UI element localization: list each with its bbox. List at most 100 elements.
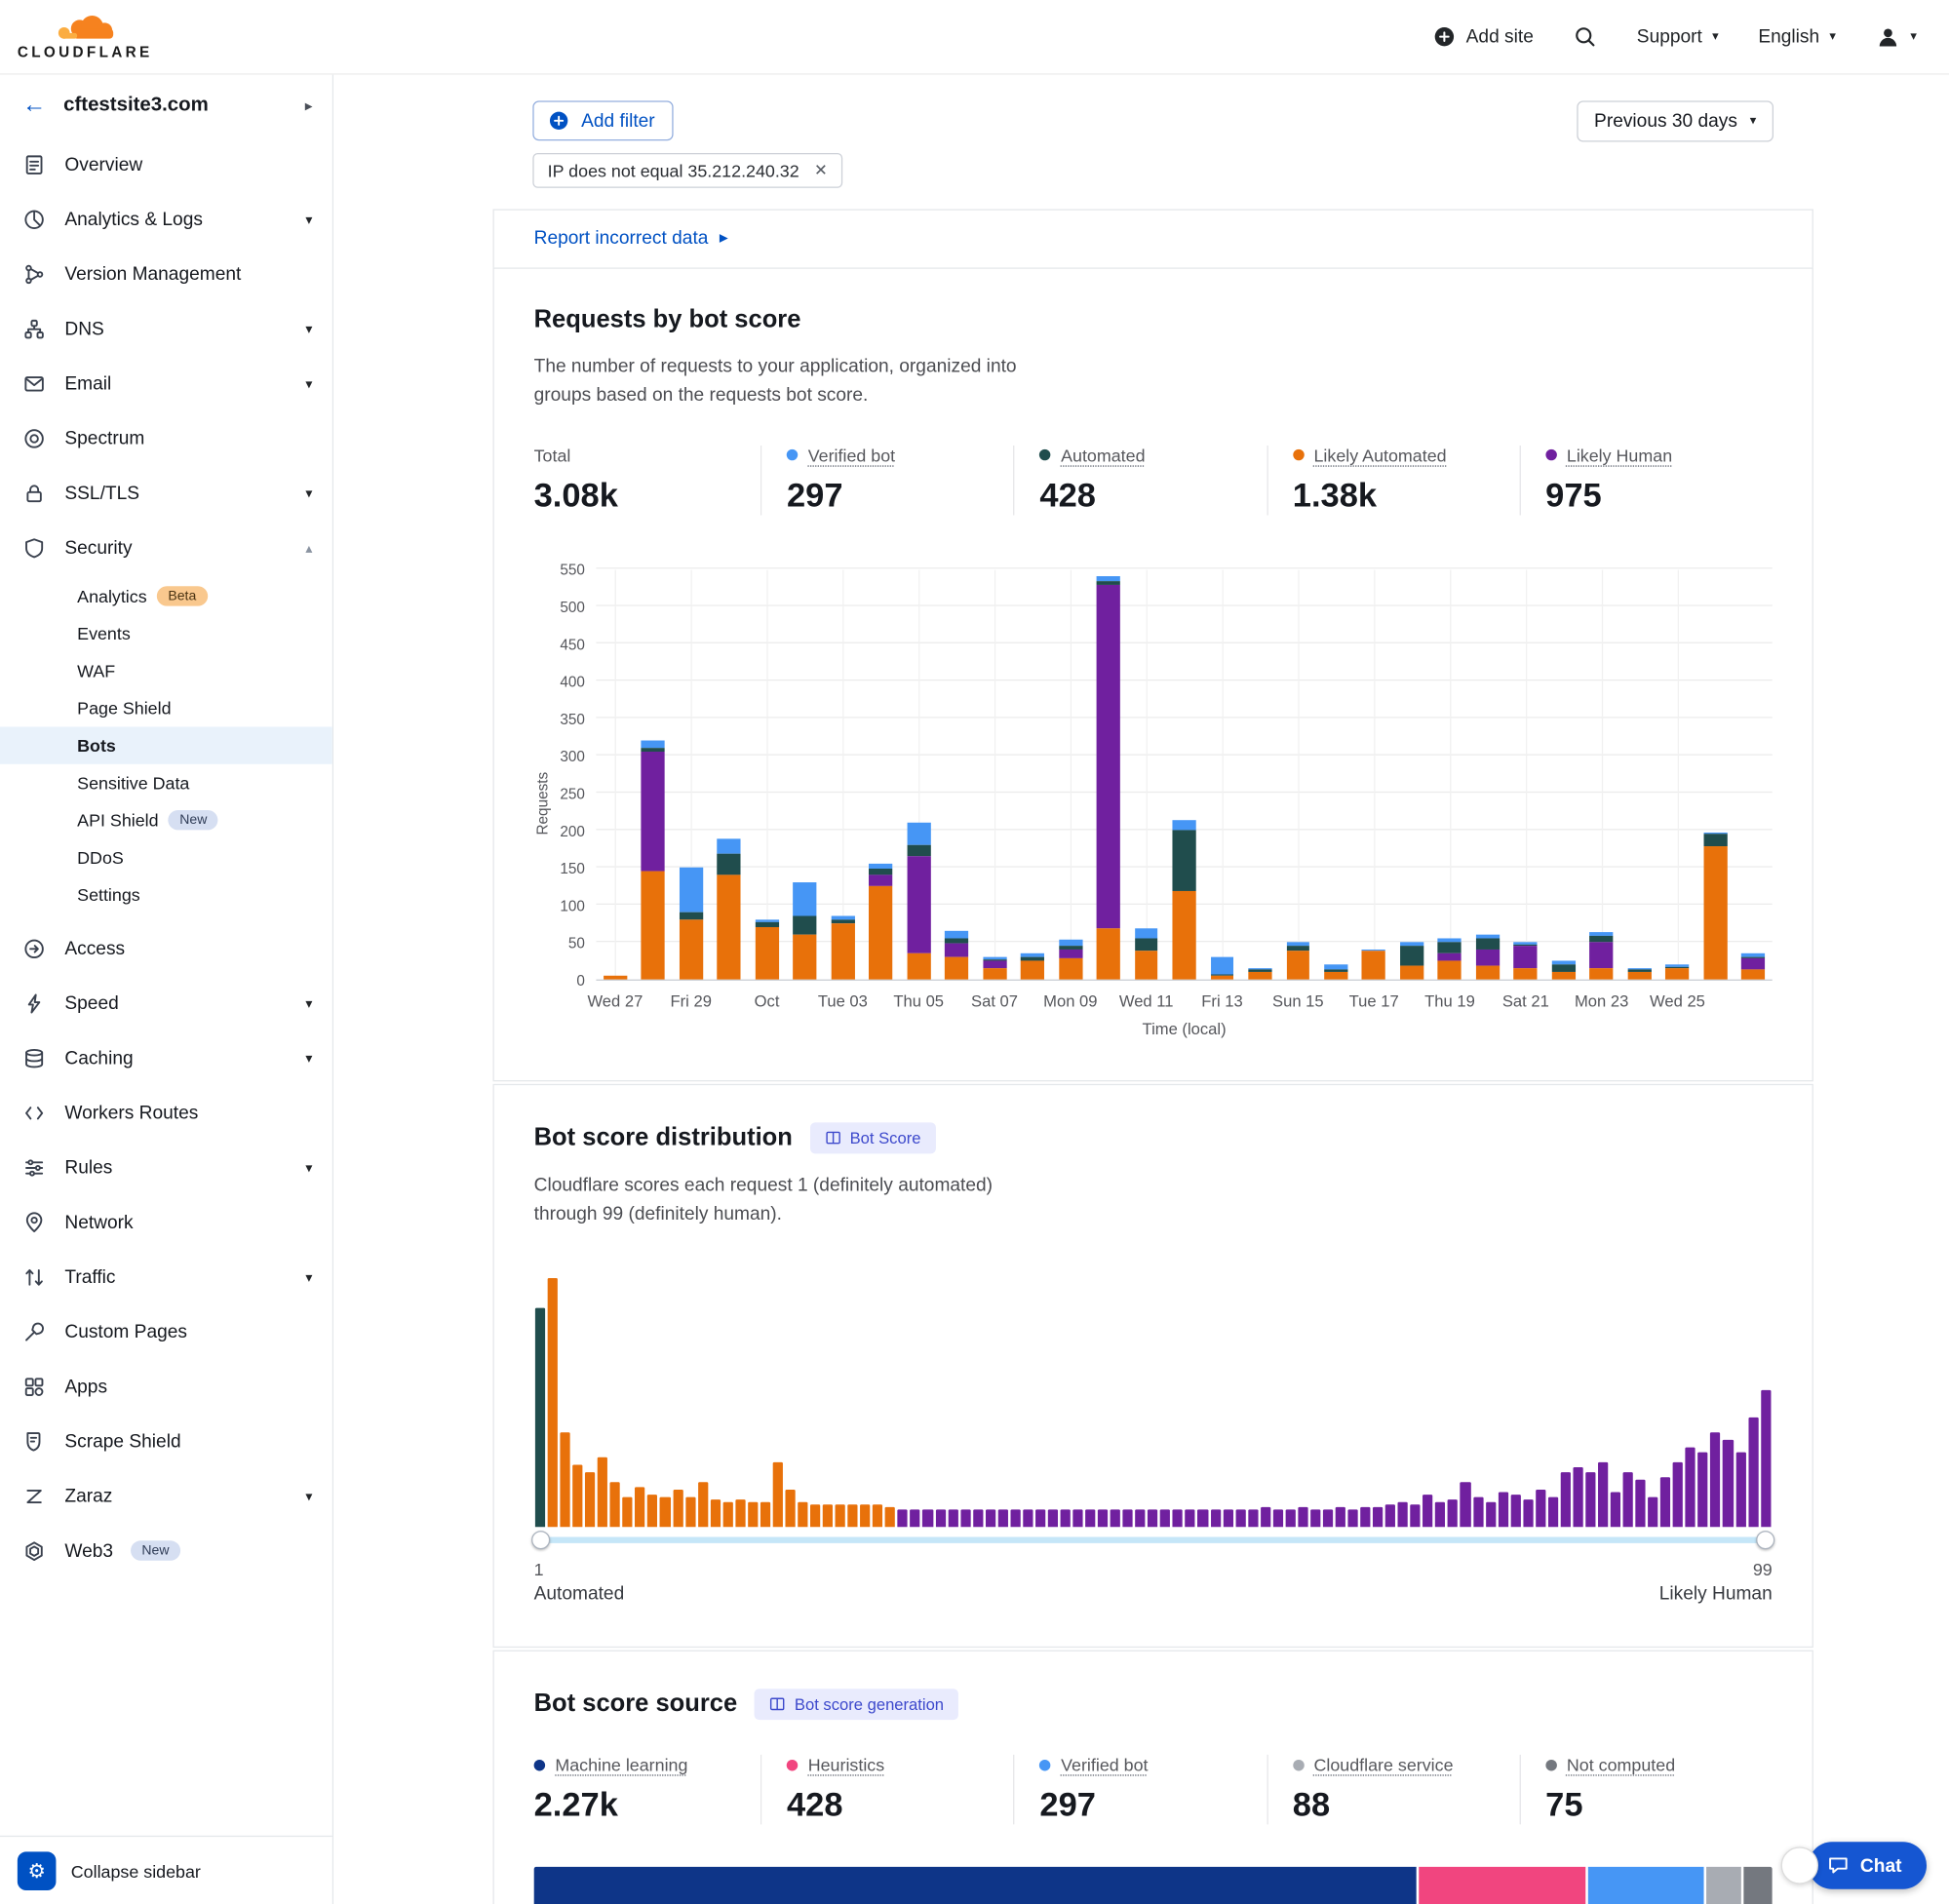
stacked-bar[interactable] bbox=[945, 930, 968, 979]
stacked-bar[interactable] bbox=[1703, 833, 1727, 979]
histogram-bar[interactable] bbox=[1510, 1495, 1520, 1527]
histogram-bar[interactable] bbox=[960, 1509, 970, 1527]
histogram-bar[interactable] bbox=[735, 1499, 745, 1527]
stacked-bar[interactable] bbox=[604, 976, 627, 979]
histogram-bar[interactable] bbox=[1486, 1502, 1496, 1528]
histogram-bar[interactable] bbox=[1336, 1507, 1345, 1527]
sidebar-item-ssl-tls[interactable]: SSL/TLS▾ bbox=[0, 465, 332, 520]
histogram-bar[interactable] bbox=[836, 1504, 845, 1527]
sidebar-item-custom-pages[interactable]: Custom Pages bbox=[0, 1304, 332, 1359]
histogram-bar[interactable] bbox=[623, 1497, 633, 1528]
sidebar-item-spectrum[interactable]: Spectrum bbox=[0, 410, 332, 465]
histogram-bar[interactable] bbox=[1323, 1509, 1333, 1527]
close-icon[interactable]: ✕ bbox=[814, 161, 828, 180]
add-filter-button[interactable]: Add filter bbox=[532, 100, 674, 140]
histogram-bar[interactable] bbox=[1710, 1432, 1720, 1527]
histogram-bar[interactable] bbox=[1548, 1497, 1558, 1528]
sidebar-item-traffic[interactable]: Traffic▾ bbox=[0, 1250, 332, 1304]
histogram-bar[interactable] bbox=[635, 1487, 644, 1527]
histogram-bar[interactable] bbox=[1385, 1504, 1395, 1527]
sidebar-item-version-management[interactable]: Version Management bbox=[0, 247, 332, 301]
add-site-button[interactable]: Add site bbox=[1432, 25, 1534, 49]
histogram-bar[interactable] bbox=[1598, 1462, 1608, 1527]
histogram-bar[interactable] bbox=[1173, 1509, 1183, 1527]
collapse-sidebar[interactable]: ⚙ Collapse sidebar bbox=[0, 1836, 332, 1904]
stat-label[interactable]: Likely Automated bbox=[1293, 445, 1520, 464]
sidebar-item-apps[interactable]: Apps bbox=[0, 1359, 332, 1414]
histogram-bar[interactable] bbox=[1135, 1509, 1145, 1527]
stacked-bar[interactable] bbox=[1438, 938, 1462, 979]
histogram-bar[interactable] bbox=[1010, 1509, 1020, 1527]
stat-label[interactable]: Verified bot bbox=[1039, 1755, 1267, 1774]
stacked-bar[interactable] bbox=[718, 838, 741, 979]
chevron-down-icon[interactable]: ▾ bbox=[305, 1159, 312, 1176]
histogram-bar[interactable] bbox=[973, 1509, 983, 1527]
histogram-bar[interactable] bbox=[698, 1482, 708, 1527]
histogram-bar[interactable] bbox=[1072, 1509, 1082, 1527]
histogram-bar[interactable] bbox=[1360, 1507, 1370, 1527]
histogram-bar[interactable] bbox=[1523, 1499, 1533, 1527]
sidebar-item-analytics-logs[interactable]: Analytics & Logs▾ bbox=[0, 192, 332, 247]
histogram-bar[interactable] bbox=[885, 1507, 895, 1527]
cloudflare-logo[interactable]: CLOUDFLARE bbox=[18, 13, 153, 60]
histogram-bar[interactable] bbox=[1635, 1480, 1645, 1528]
histogram-bar[interactable] bbox=[1761, 1390, 1771, 1527]
histogram-bar[interactable] bbox=[1186, 1509, 1195, 1527]
report-incorrect-data-link[interactable]: Report incorrect data ▶ bbox=[534, 228, 728, 250]
slider-handle-min[interactable] bbox=[531, 1531, 550, 1549]
histogram-bar[interactable] bbox=[1660, 1477, 1670, 1527]
stacked-bar[interactable] bbox=[1173, 821, 1196, 979]
sidebar-item-events[interactable]: Events bbox=[0, 615, 332, 652]
histogram-bar[interactable] bbox=[1085, 1509, 1095, 1527]
chevron-up-icon[interactable]: ▴ bbox=[305, 539, 312, 556]
stacked-bar[interactable] bbox=[755, 919, 778, 979]
stacked-bar[interactable] bbox=[1665, 964, 1689, 979]
histogram-bar[interactable] bbox=[548, 1278, 558, 1527]
histogram-bar[interactable] bbox=[1023, 1509, 1033, 1527]
histogram-bar[interactable] bbox=[1198, 1509, 1208, 1527]
chevron-down-icon[interactable]: ▾ bbox=[305, 321, 312, 337]
histogram-bar[interactable] bbox=[1235, 1509, 1245, 1527]
histogram-bar[interactable] bbox=[1160, 1509, 1170, 1527]
histogram-bar[interactable] bbox=[1348, 1509, 1358, 1527]
stacked-bar[interactable] bbox=[983, 956, 1006, 979]
histogram-bar[interactable] bbox=[848, 1504, 858, 1527]
back-arrow-icon[interactable]: ← bbox=[22, 94, 46, 117]
histogram-bar[interactable] bbox=[1261, 1507, 1270, 1527]
sidebar-item-overview[interactable]: Overview bbox=[0, 136, 332, 191]
source-segment-verified-bot[interactable] bbox=[1588, 1867, 1703, 1904]
stacked-bar[interactable] bbox=[1059, 940, 1082, 979]
chevron-down-icon[interactable]: ▾ bbox=[305, 995, 312, 1012]
stacked-bar[interactable] bbox=[1286, 942, 1309, 979]
histogram-bar[interactable] bbox=[1035, 1509, 1045, 1527]
histogram-bar[interactable] bbox=[1461, 1482, 1470, 1527]
filter-chip[interactable]: IP does not equal 35.212.240.32 ✕ bbox=[532, 153, 842, 188]
histogram-bar[interactable] bbox=[561, 1432, 570, 1527]
chevron-down-icon[interactable]: ▾ bbox=[305, 1268, 312, 1285]
histogram-bar[interactable] bbox=[1748, 1418, 1758, 1527]
histogram-bar[interactable] bbox=[1573, 1467, 1582, 1527]
histogram-bar[interactable] bbox=[1686, 1448, 1696, 1528]
histogram-bar[interactable] bbox=[1723, 1440, 1733, 1527]
histogram-bar[interactable] bbox=[1623, 1472, 1633, 1527]
histogram-bar[interactable] bbox=[986, 1509, 995, 1527]
support-menu[interactable]: Support ▾ bbox=[1637, 26, 1719, 48]
sidebar-item-waf[interactable]: WAF bbox=[0, 652, 332, 689]
histogram-bar[interactable] bbox=[1298, 1507, 1307, 1527]
sidebar-item-access[interactable]: Access bbox=[0, 921, 332, 976]
sidebar-item-page-shield[interactable]: Page Shield bbox=[0, 689, 332, 726]
histogram-bar[interactable] bbox=[748, 1502, 758, 1528]
date-range-select[interactable]: Previous 30 days ▾ bbox=[1577, 100, 1774, 141]
histogram-bar[interactable] bbox=[647, 1495, 657, 1527]
histogram-bar[interactable] bbox=[1148, 1509, 1157, 1527]
histogram-bar[interactable] bbox=[1123, 1509, 1133, 1527]
source-segment-heuristics[interactable] bbox=[1420, 1867, 1586, 1904]
histogram-bar[interactable] bbox=[1735, 1453, 1745, 1528]
account-menu[interactable]: ▾ bbox=[1876, 24, 1917, 50]
sidebar-item-workers-routes[interactable]: Workers Routes bbox=[0, 1085, 332, 1140]
chat-button[interactable]: Chat bbox=[1808, 1842, 1927, 1889]
sidebar-item-caching[interactable]: Caching▾ bbox=[0, 1030, 332, 1085]
stacked-bar[interactable] bbox=[1628, 967, 1652, 978]
slider-handle-max[interactable] bbox=[1756, 1531, 1774, 1549]
histogram-bar[interactable] bbox=[535, 1308, 545, 1528]
